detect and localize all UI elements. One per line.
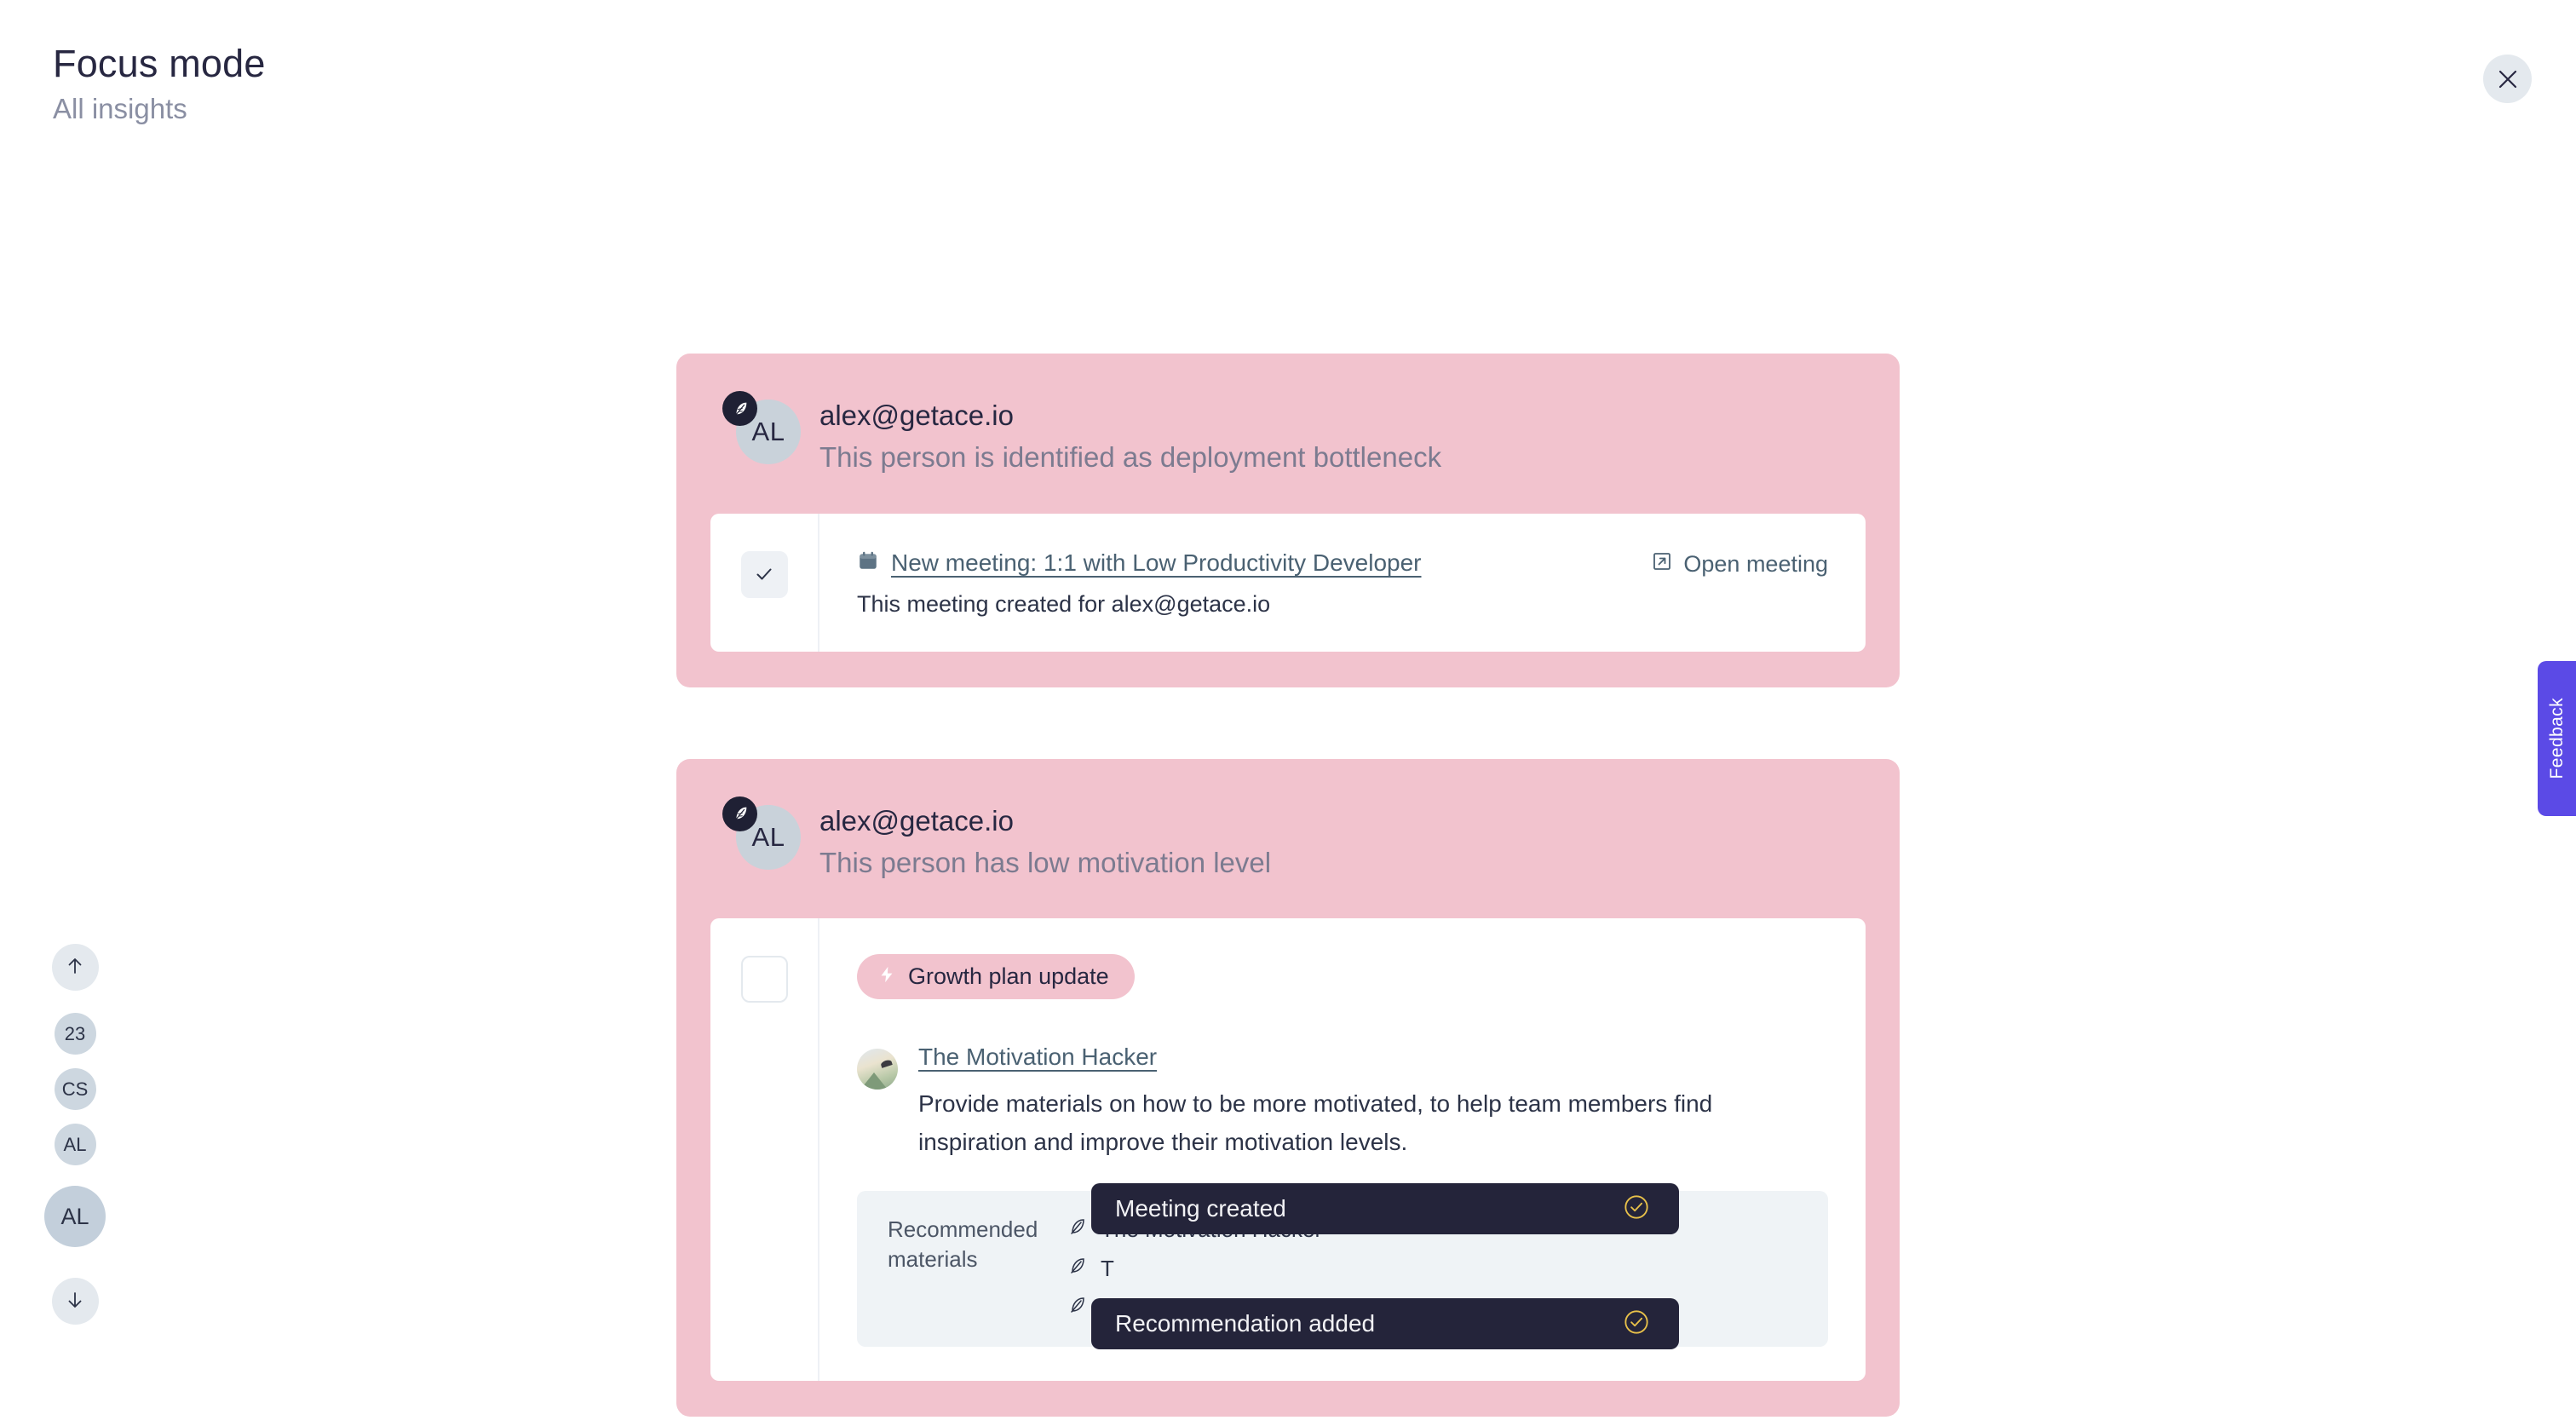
check-circle-icon	[1623, 1193, 1650, 1225]
scroll-up-button[interactable]	[51, 944, 99, 991]
material-thumbnail	[857, 1049, 898, 1090]
rail-item-1[interactable]: CS	[54, 1068, 96, 1110]
rail-item-label: AL	[63, 1133, 87, 1155]
recommended-materials-label: Recommended materials	[888, 1216, 1038, 1273]
arrow-up-icon	[64, 955, 86, 980]
material-title-link[interactable]: The Motivation Hacker	[918, 1044, 1157, 1070]
insight-navigation-rail: 23 CS AL AL	[44, 944, 106, 1325]
toast-recommendation-added[interactable]: Recommendation added	[1091, 1298, 1679, 1349]
meeting-subtitle: This meeting created for alex@getace.io	[857, 590, 1271, 617]
leaf-icon	[1067, 1256, 1087, 1282]
insight-person-email: alex@getace.io	[819, 400, 1014, 431]
insight-card-meeting: AL alex@getace.io This person is identif…	[676, 354, 1900, 687]
rail-item-label: CS	[61, 1078, 89, 1100]
page-title: Focus mode	[53, 42, 266, 85]
growth-plan-badge-label: Growth plan update	[908, 963, 1109, 989]
growth-plan-badge: Growth plan update	[857, 954, 1135, 999]
recommended-material-label: T	[1101, 1255, 1114, 1281]
insight-card-list: AL alex@getace.io This person is identif…	[676, 354, 1900, 1426]
leaf-icon	[722, 391, 757, 426]
toast-meeting-created[interactable]: Meeting created	[1091, 1183, 1679, 1234]
scroll-down-button[interactable]	[51, 1278, 99, 1325]
rail-item-label: 23	[64, 1022, 86, 1044]
insight-checkbox[interactable]	[740, 956, 788, 1003]
focus-mode-screen: Focus mode All insights Feedback 23 CS A…	[0, 0, 2576, 1426]
material-block: The Motivation Hacker Provide materials …	[857, 1044, 1828, 1162]
leaf-icon	[1067, 1216, 1087, 1243]
material-description: Provide materials on how to be more moti…	[918, 1090, 1713, 1156]
close-button[interactable]	[2483, 55, 2532, 103]
meeting-row: New meeting: 1:1 with Low Productivity D…	[857, 549, 1828, 618]
feedback-tab-label: Feedback	[2546, 698, 2567, 779]
avatar: AL	[722, 796, 801, 870]
insight-person-email: alex@getace.io	[819, 804, 1014, 837]
insight-card-header: AL alex@getace.io This person has low mo…	[710, 796, 1866, 881]
toast-message: Recommendation added	[1115, 1310, 1376, 1337]
feedback-tab[interactable]: Feedback	[2538, 661, 2576, 816]
page-subtitle: All insights	[53, 93, 187, 125]
external-link-icon	[1652, 551, 1672, 578]
close-icon	[2497, 68, 2519, 90]
toast-message: Meeting created	[1115, 1195, 1286, 1222]
recommended-material-item[interactable]: T	[1067, 1256, 1322, 1282]
open-meeting-button[interactable]: Open meeting	[1652, 549, 1828, 578]
rail-item-2[interactable]: AL	[54, 1124, 96, 1165]
meeting-title-link[interactable]: New meeting: 1:1 with Low Productivity D…	[891, 549, 1422, 577]
leaf-icon	[1067, 1295, 1087, 1321]
leaf-icon	[722, 796, 757, 831]
insight-checkbox[interactable]	[740, 550, 788, 598]
rail-items: 23 CS AL AL	[44, 1013, 106, 1257]
rail-item-0[interactable]: 23	[54, 1013, 96, 1055]
insight-description: This person is identified as deployment …	[819, 441, 1442, 474]
page-header: Focus mode All insights	[53, 41, 266, 126]
open-meeting-label: Open meeting	[1683, 550, 1828, 577]
calendar-icon	[857, 549, 879, 576]
check-circle-icon	[1623, 1308, 1650, 1340]
arrow-down-icon	[64, 1289, 86, 1314]
rail-item-label: AL	[60, 1203, 89, 1229]
avatar: AL	[722, 391, 801, 464]
insight-card-header: AL alex@getace.io This person is identif…	[710, 391, 1866, 475]
insight-description: This person has low motivation level	[819, 846, 1272, 878]
insight-action-panel: New meeting: 1:1 with Low Productivity D…	[710, 513, 1866, 652]
lightning-icon	[877, 963, 896, 990]
rail-item-3-active[interactable]: AL	[44, 1186, 106, 1247]
